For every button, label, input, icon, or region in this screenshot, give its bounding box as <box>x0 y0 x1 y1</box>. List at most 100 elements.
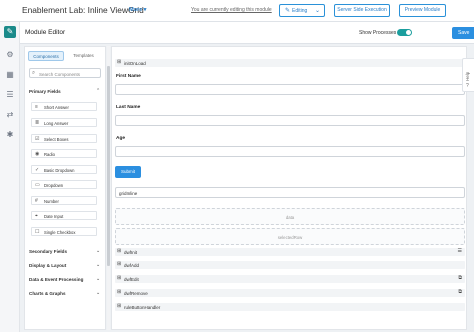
tab-templates[interactable]: Templates <box>65 51 102 61</box>
save-button[interactable]: Save ⌄ <box>452 27 474 39</box>
component-label: Long Answer <box>44 121 69 126</box>
layers-icon[interactable]: ☰ <box>5 90 15 100</box>
process-label: dwfAdd <box>124 262 140 268</box>
chevron-down-icon[interactable]: ⌄ <box>96 248 100 254</box>
left-nav: ✎ ⚙ ▦ ☰ ⇄ ✱ <box>0 22 20 332</box>
component-long-answer[interactable]: ≣ Long Answer <box>31 118 97 127</box>
search-icon: ⌕ <box>32 70 36 76</box>
component-number[interactable]: # Number <box>31 196 97 205</box>
editing-label: Editing <box>292 8 308 14</box>
process-icon: ⊞ <box>117 303 122 309</box>
toggle-knob <box>406 30 411 35</box>
server-side-execution-button[interactable]: Server Side Execution <box>334 4 390 17</box>
checkbox-icon: ☐ <box>35 228 40 235</box>
submit-button[interactable]: Submit <box>115 166 141 178</box>
grid-inline-label: gridInline <box>119 191 138 196</box>
radio-icon: ◉ <box>35 150 40 157</box>
component-label: Dropdown <box>44 183 64 188</box>
list-icon[interactable]: ☰ <box>458 248 462 254</box>
module-title: Enablement Lab: Inline ViewGrid <box>22 5 144 15</box>
component-label: Select Boxes <box>44 137 69 142</box>
age-field[interactable] <box>115 146 465 157</box>
component-label: Short Answer <box>44 105 69 110</box>
save-label: Save <box>458 30 470 36</box>
component-radio[interactable]: ◉ Radio <box>31 149 97 158</box>
grid-inline-component[interactable]: gridInline <box>115 187 465 198</box>
component-date-input[interactable]: ⌖ Date Input <box>31 211 97 220</box>
module-canvas: ⊞ initOnLoad First Name Last Name Age Su… <box>111 46 467 330</box>
age-label: Age <box>116 136 126 141</box>
hierarchy-icon[interactable]: ⧉ <box>458 289 462 295</box>
editor-header: Module Editor Show Processes Save ⌄ <box>20 22 474 44</box>
help-tab[interactable]: Help ? <box>462 58 474 92</box>
text-lines-icon: ≡ <box>35 103 38 110</box>
grid-icon[interactable]: ▦ <box>5 70 15 80</box>
check-icon: ✓ <box>35 166 40 173</box>
tab-components[interactable]: Components <box>28 51 64 61</box>
process-rule-button-handler[interactable]: ⊞ ruleButtonHandler <box>115 303 465 311</box>
process-dwf-remove[interactable]: ⊞ dwfRemove ⧉ <box>115 289 465 297</box>
secondary-fields-header[interactable]: Secondary Fields <box>29 249 67 254</box>
chevron-down-icon[interactable]: ⌄ <box>96 262 100 268</box>
wrench-icon[interactable]: ✱ <box>5 130 15 140</box>
last-name-label: Last Name <box>116 105 141 110</box>
hash-icon: # <box>35 197 38 204</box>
component-basic-dropdown[interactable]: ✓ Basic Dropdown <box>31 165 97 174</box>
chevron-down-icon[interactable]: ⌄ <box>96 290 100 296</box>
editing-note-link[interactable]: You are currently editing this module <box>191 7 272 13</box>
first-name-field[interactable] <box>115 84 465 95</box>
chevron-up-icon[interactable]: ⌃ <box>96 88 100 94</box>
process-label: dwfRemove <box>124 290 148 296</box>
chevron-down-icon[interactable]: ⌄ <box>96 276 100 282</box>
question-icon: ? <box>466 83 469 89</box>
component-single-checkbox[interactable]: ☐ Single Checkbox <box>31 227 97 236</box>
component-short-answer[interactable]: ≡ Short Answer <box>31 102 97 111</box>
gear-icon[interactable]: ⚙ <box>5 50 15 60</box>
primary-fields-header[interactable]: Primary Fields <box>29 89 61 94</box>
cursor-icon: ⌖ <box>35 212 38 219</box>
component-label: Basic Dropdown <box>44 168 75 173</box>
dropzone-label: selectedRow <box>277 235 303 240</box>
more-menu[interactable]: More ▾ <box>129 7 146 13</box>
checkbox-icon: ☑ <box>35 135 40 142</box>
editor-title: Module Editor <box>25 29 66 36</box>
process-dwf-init[interactable]: ⊞ dwfInit ☰ <box>115 248 465 256</box>
component-dropdown[interactable]: ▭ Dropdown <box>31 180 97 189</box>
pencil-icon: ✎ <box>285 8 291 14</box>
component-label: Number <box>44 199 59 204</box>
component-label: Date Input <box>44 214 64 219</box>
selected-row-dropzone[interactable]: selectedRow <box>115 228 465 245</box>
first-name-label: First Name <box>116 74 141 79</box>
edit-module-icon[interactable]: ✎ <box>4 26 16 38</box>
process-dwf-add[interactable]: ⊞ dwfAdd <box>115 261 465 269</box>
chevron-down-icon: ⌄ <box>314 8 320 14</box>
top-bar: Enablement Lab: Inline ViewGrid More ▾ Y… <box>0 0 474 22</box>
data-event-processing-header[interactable]: Data & Event Processing <box>29 277 83 282</box>
display-layout-header[interactable]: Display & Layout <box>29 263 66 268</box>
process-label: ruleButtonHandler <box>124 304 161 310</box>
process-icon: ⊞ <box>117 59 122 65</box>
last-name-field[interactable] <box>115 115 465 126</box>
component-select-boxes[interactable]: ☑ Select Boxes <box>31 134 97 143</box>
scrollbar-thumb[interactable] <box>107 66 110 266</box>
arrows-icon[interactable]: ⇄ <box>5 110 15 120</box>
dropdown-icon: ▭ <box>35 181 40 188</box>
components-panel: Components Templates ⌕ Search Components… <box>24 46 106 330</box>
show-processes-toggle[interactable] <box>397 29 412 36</box>
preview-module-button[interactable]: Preview Module <box>399 4 446 17</box>
hierarchy-icon[interactable]: ⧉ <box>458 275 462 281</box>
process-label: initOnLoad <box>124 60 146 66</box>
search-input[interactable]: ⌕ Search Components <box>29 68 101 78</box>
process-dwf-edit[interactable]: ⊞ dwfEdit ⧉ <box>115 275 465 283</box>
help-label: Help <box>465 71 470 81</box>
data-dropzone[interactable]: data <box>115 208 465 225</box>
charts-graphs-header[interactable]: Charts & Graphs <box>29 291 66 296</box>
panel-scrollbar[interactable] <box>107 46 110 330</box>
dropzone-label: data <box>285 215 295 220</box>
editing-dropdown-button[interactable]: ✎ Editing ⌄ <box>279 4 325 17</box>
paragraph-icon: ≣ <box>35 119 40 126</box>
process-init-on-load[interactable]: ⊞ initOnLoad <box>115 59 465 67</box>
process-icon: ⊞ <box>117 261 122 267</box>
process-icon: ⊞ <box>117 248 122 254</box>
component-label: Radio <box>44 152 55 157</box>
